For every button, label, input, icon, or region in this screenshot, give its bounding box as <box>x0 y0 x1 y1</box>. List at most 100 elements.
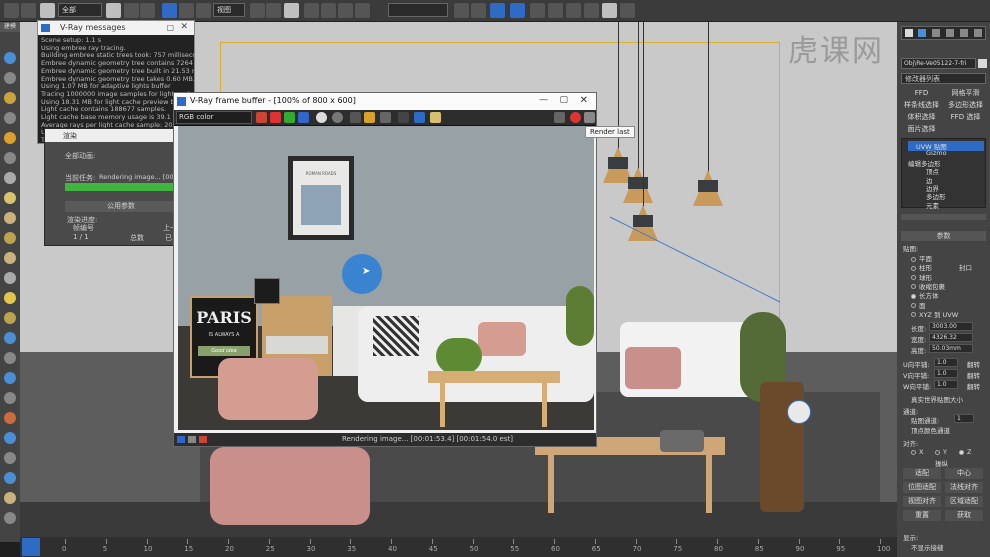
object-color-swatch[interactable] <box>978 59 987 68</box>
layer-manager-icon[interactable] <box>490 3 505 18</box>
vray-messages-titlebar[interactable]: V-Ray messages ▢ ✕ <box>38 21 194 35</box>
load-image-icon[interactable] <box>364 112 375 123</box>
common-params-rollout[interactable]: 公用参数 <box>65 201 177 212</box>
rgb-icon[interactable] <box>256 112 267 123</box>
motion-icon[interactable] <box>4 112 16 124</box>
close-icon[interactable]: ✕ <box>580 95 588 106</box>
lens-effects-icon[interactable] <box>188 436 196 443</box>
select-object-icon[interactable] <box>106 3 121 18</box>
align-button[interactable]: 区域适配 <box>945 496 983 507</box>
reference-coord-dropdown[interactable]: 视图 <box>213 3 245 17</box>
percent-snap-icon[interactable] <box>338 3 353 18</box>
shape-icon[interactable] <box>4 172 16 184</box>
track-mouse-icon[interactable] <box>414 112 425 123</box>
stack-item[interactable]: Gizmo <box>926 149 947 157</box>
height-input[interactable]: 50.03mm <box>929 344 973 353</box>
duplicate-icon[interactable] <box>398 112 409 123</box>
undo-icon[interactable] <box>4 3 19 18</box>
stack-item[interactable]: 元素 <box>926 200 939 210</box>
rect-select-icon[interactable] <box>140 3 155 18</box>
rendered-image[interactable]: ROMAN ROADS PARIS IS ALWAYS A Good idea … <box>178 126 594 430</box>
green-channel-icon[interactable] <box>284 112 295 123</box>
map-channel-input[interactable]: 1 <box>954 414 974 423</box>
axis-radio[interactable]: Y <box>935 448 947 456</box>
hierarchy-icon[interactable] <box>4 92 16 104</box>
torus-icon[interactable] <box>4 252 16 264</box>
align-button[interactable]: 获取 <box>945 510 983 521</box>
length-input[interactable]: 3003.00 <box>929 322 973 331</box>
cap-checkbox[interactable]: 封口 <box>959 262 972 272</box>
rotate-icon[interactable] <box>179 3 194 18</box>
align-button[interactable]: 重置 <box>903 510 941 521</box>
vertex-color-radio[interactable]: 顶点颜色通道 <box>911 425 950 435</box>
scale-icon[interactable] <box>196 3 211 18</box>
time-slider-icon[interactable] <box>22 538 40 556</box>
align-button[interactable]: 视图对齐 <box>903 496 941 507</box>
maximize-icon[interactable]: ▢ <box>166 23 174 32</box>
box-icon[interactable] <box>4 192 16 204</box>
spacewarp-icon[interactable] <box>4 352 16 364</box>
align-button[interactable]: 适配 <box>903 468 941 479</box>
modifier-button[interactable]: FFD <box>901 88 942 99</box>
render-progress-titlebar[interactable]: 渲染 <box>45 129 177 142</box>
create-tab-icon[interactable] <box>905 29 913 37</box>
stop-render-icon[interactable] <box>570 112 581 123</box>
cylinder-icon[interactable] <box>4 232 16 244</box>
mapping-option-radio[interactable]: XYZ 到 UVW <box>911 309 958 319</box>
u-flip-checkbox[interactable]: 翻转 <box>967 359 980 369</box>
align-button[interactable]: 中心 <box>945 468 983 479</box>
follow-mouse-icon[interactable] <box>554 112 565 123</box>
sphere-icon[interactable] <box>4 212 16 224</box>
pivot-icon[interactable] <box>250 3 265 18</box>
alpha-icon[interactable] <box>316 112 327 123</box>
create-icon[interactable] <box>4 52 16 64</box>
align-icon[interactable] <box>471 3 486 18</box>
mirror-icon[interactable] <box>454 3 469 18</box>
real-world-size-checkbox[interactable]: 真实世界贴图大小 <box>911 394 963 404</box>
utilities-icon[interactable] <box>4 152 16 164</box>
map-channel-radio[interactable]: 贴图通道: <box>911 415 939 425</box>
parameters-rollout[interactable]: 参数 <box>901 231 986 241</box>
modify-icon[interactable] <box>4 72 16 84</box>
helper-icon[interactable] <box>4 332 16 344</box>
select-by-name-icon[interactable] <box>124 3 139 18</box>
scene-explorer-icon[interactable] <box>510 3 525 18</box>
particles-icon[interactable] <box>4 412 16 424</box>
utilities-tab-icon[interactable] <box>974 29 982 37</box>
close-icon[interactable]: ✕ <box>180 22 188 32</box>
channel-dropdown[interactable]: RGB color <box>176 111 252 124</box>
render-icon[interactable] <box>620 3 635 18</box>
modifier-button[interactable]: 多边形选择 <box>945 100 986 111</box>
keyboard-shortcut-icon[interactable] <box>284 3 299 18</box>
vray-sphere-icon[interactable] <box>4 512 16 524</box>
modifier-button[interactable]: FFD 选择 <box>945 112 986 123</box>
frame-buffer-titlebar[interactable]: V-Ray frame buffer - [100% of 800 x 600]… <box>174 93 596 110</box>
select-manipulate-icon[interactable] <box>266 3 281 18</box>
systems-icon[interactable] <box>4 372 16 384</box>
spinner-snap-icon[interactable] <box>355 3 370 18</box>
vray-fur-icon[interactable] <box>4 472 16 484</box>
vray-plane-icon[interactable] <box>4 492 16 504</box>
manipulate-checkbox[interactable]: 操纵 <box>935 458 948 468</box>
camera-icon[interactable] <box>4 312 16 324</box>
align-button[interactable]: 位图适配 <box>903 482 941 493</box>
render-setup-icon[interactable] <box>584 3 599 18</box>
w-tile-input[interactable]: 1.0 <box>934 380 958 389</box>
hierarchy-tab-icon[interactable] <box>932 29 940 37</box>
maximize-icon[interactable]: ▢ <box>559 95 568 105</box>
vray-proxy-icon[interactable] <box>4 452 16 464</box>
geometry-icon[interactable] <box>4 392 16 404</box>
material-editor-icon[interactable] <box>566 3 581 18</box>
axis-radio[interactable]: Z <box>959 448 971 456</box>
curve-editor-icon[interactable] <box>530 3 545 18</box>
display-icon[interactable] <box>4 132 16 144</box>
angle-snap-icon[interactable] <box>321 3 336 18</box>
no-seams-radio[interactable]: 不显示接缝 <box>911 542 944 552</box>
timeline[interactable]: 0 5 10 15 20 25 30 35 40 45 50 55 60 65 70 75 80 85 90 95 10… <box>20 537 897 557</box>
modifier-button[interactable]: 网格平滑 <box>945 88 986 99</box>
modifier-button[interactable]: 面片选择 <box>901 124 942 135</box>
snap-toggle-icon[interactable] <box>304 3 319 18</box>
modifier-button[interactable]: 体积选择 <box>901 112 942 123</box>
width-input[interactable]: 4326.32 <box>929 333 973 342</box>
history-icon[interactable] <box>177 436 185 443</box>
